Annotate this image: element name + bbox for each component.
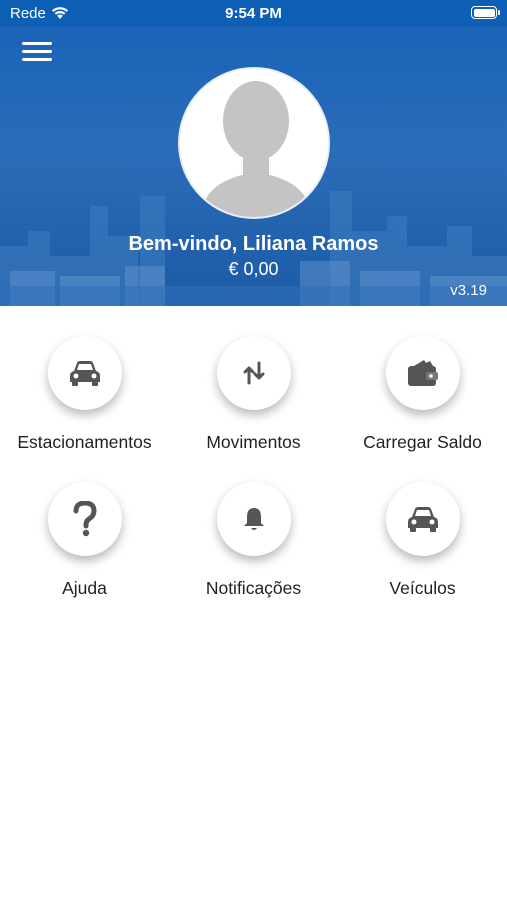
carregar-saldo-button[interactable] [385,336,460,410]
bell-icon [243,508,264,530]
battery-icon [471,6,500,19]
welcome-message: Bem-vindo, Liliana Ramos [128,233,379,255]
profile-header: Bem-vindo, Liliana Ramos € 0,00 v3.19 [0,26,507,306]
tile-label: Veículos [389,578,456,598]
car-icon [407,507,438,532]
hamburger-menu-button[interactable] [22,42,52,64]
tile-estacionamentos[interactable]: Estacionamentos [0,336,169,453]
tile-veiculos[interactable]: Veículos [338,482,507,599]
tile-carregar-saldo[interactable]: Carregar Saldo [338,336,507,453]
tile-notificacoes[interactable]: Notificações [169,482,338,599]
question-mark-icon [73,501,97,537]
tile-movimentos[interactable]: Movimentos [169,336,338,453]
tile-label: Estacionamentos [17,432,152,452]
status-bar: Rede 9:54 PM [0,0,507,26]
estacionamentos-button[interactable] [47,336,122,410]
avatar[interactable] [178,67,330,219]
veiculos-button[interactable] [385,482,460,556]
tile-label: Movimentos [206,432,301,452]
app-version: v3.19 [450,282,487,299]
status-time: 9:54 PM [225,5,282,22]
wallet-icon [407,360,438,386]
user-silhouette-icon [180,69,328,217]
movimentos-button[interactable] [216,336,291,410]
car-icon [69,361,100,386]
tile-label: Ajuda [62,578,107,598]
tile-label: Carregar Saldo [363,432,482,452]
account-balance: € 0,00 [228,259,279,279]
notificacoes-button[interactable] [216,482,291,556]
swap-arrows-icon [243,361,264,385]
tile-label: Notificações [205,578,302,598]
tile-ajuda[interactable]: Ajuda [0,482,169,599]
ajuda-button[interactable] [47,482,122,556]
